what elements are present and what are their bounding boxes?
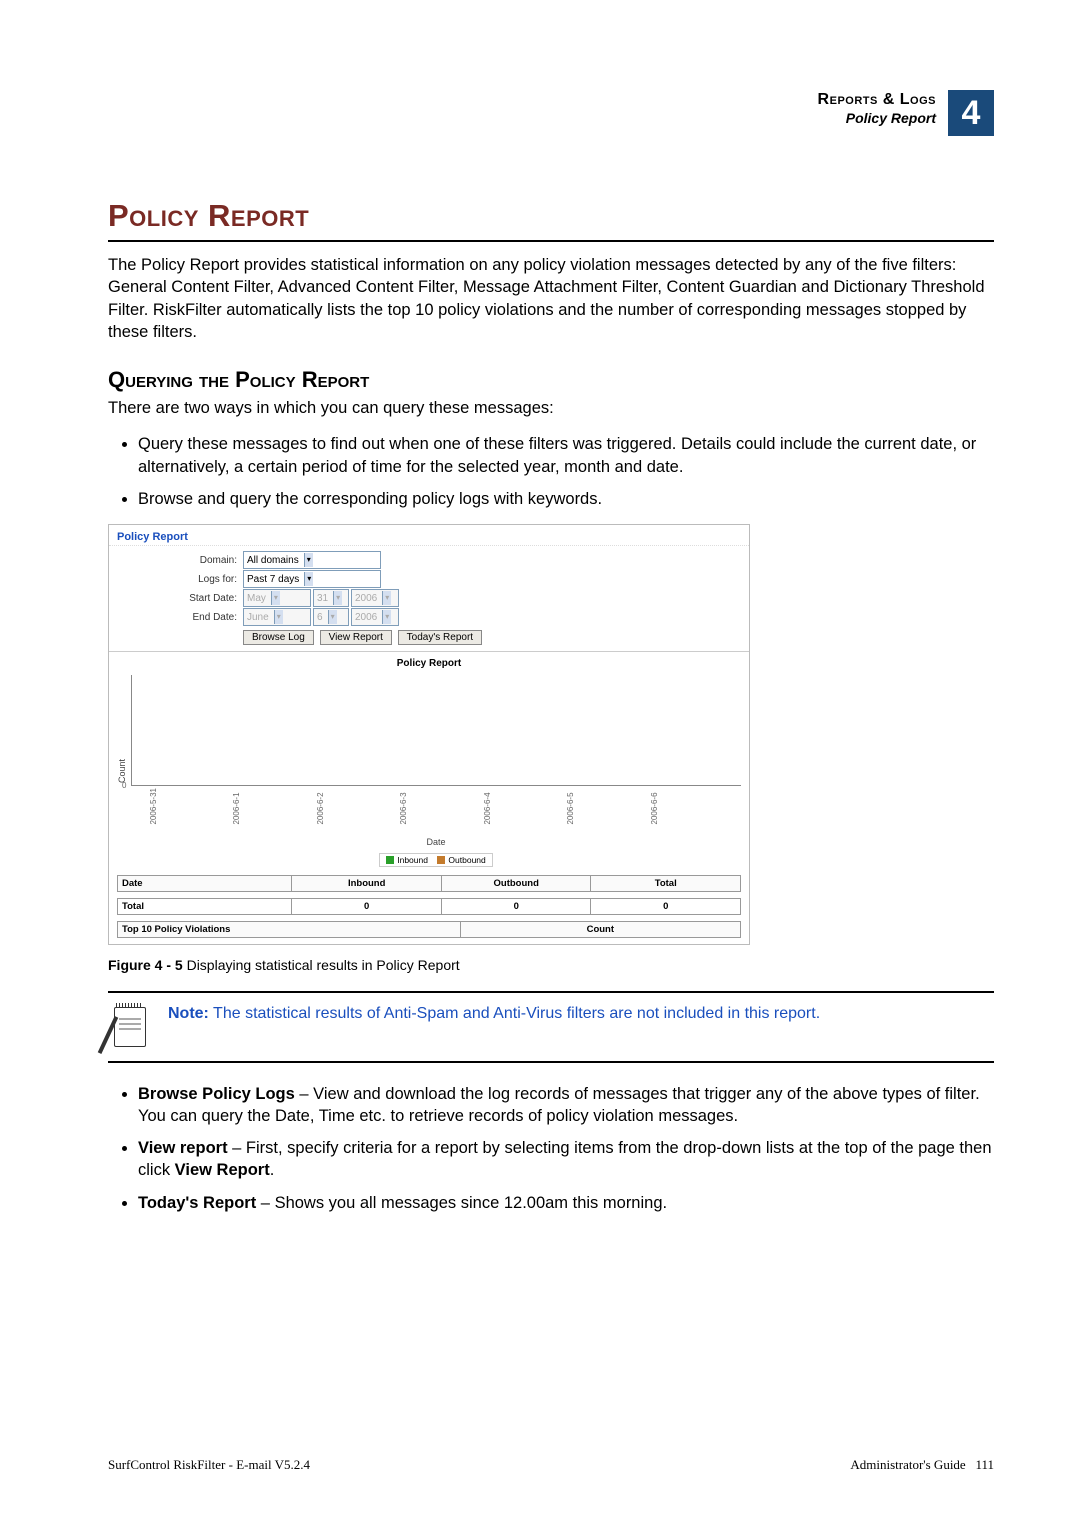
legend-label-inbound: Inbound bbox=[397, 855, 428, 865]
chart-plot: 0 bbox=[131, 675, 741, 786]
browse-log-button[interactable]: Browse Log bbox=[243, 630, 314, 645]
figure-caption-text: Displaying statistical results in Policy… bbox=[183, 957, 460, 973]
col-outbound: Outbound bbox=[441, 875, 591, 891]
totals-table: Total 0 0 0 bbox=[117, 898, 741, 915]
footer-product: SurfControl RiskFilter - E-mail V5.2.4 bbox=[108, 1457, 310, 1473]
list-item: View report – First, specify criteria fo… bbox=[138, 1137, 994, 1182]
logsfor-select[interactable]: Past 7 days ▾ bbox=[243, 570, 381, 588]
action-desc: – Shows you all messages since 12.00am t… bbox=[256, 1194, 667, 1212]
query-ways-list: Query these messages to find out when on… bbox=[108, 433, 994, 510]
x-tick: 2006-5-31 bbox=[149, 788, 232, 824]
total-row-label: Total bbox=[118, 898, 292, 914]
x-tick: 2006-6-2 bbox=[316, 788, 399, 824]
panel-title: Policy Report bbox=[109, 525, 749, 546]
y-tick: 0 bbox=[122, 781, 126, 790]
todays-report-button[interactable]: Today's Report bbox=[398, 630, 482, 645]
x-tick: 2006-6-1 bbox=[232, 788, 315, 824]
figure-caption: Figure 4 - 5 Displaying statistical resu… bbox=[108, 957, 994, 973]
page-footer: SurfControl RiskFilter - E-mail V5.2.4 A… bbox=[108, 1457, 994, 1473]
figure-caption-number: Figure 4 - 5 bbox=[108, 957, 183, 973]
list-item: Today's Report – Shows you all messages … bbox=[138, 1192, 994, 1214]
start-month-select[interactable]: May▾ bbox=[243, 589, 311, 607]
query-intro: There are two ways in which you can quer… bbox=[108, 397, 994, 419]
chart-title: Policy Report bbox=[117, 658, 741, 669]
view-report-button[interactable]: View Report bbox=[320, 630, 392, 645]
legend-swatch-inbound bbox=[386, 856, 394, 864]
page-title: Policy Report bbox=[108, 198, 994, 234]
col-inbound: Inbound bbox=[292, 875, 442, 891]
start-day-select[interactable]: 31▾ bbox=[313, 589, 349, 607]
action-name: Browse Policy Logs bbox=[138, 1085, 295, 1103]
legend-label-outbound: Outbound bbox=[448, 855, 485, 865]
domain-select[interactable]: All domains ▾ bbox=[243, 551, 381, 569]
x-tick: 2006-6-4 bbox=[483, 788, 566, 824]
chevron-down-icon: ▾ bbox=[382, 610, 391, 624]
chapter-number-badge: 4 bbox=[948, 90, 994, 136]
list-item: Query these messages to find out when on… bbox=[138, 433, 994, 478]
total-outbound: 0 bbox=[441, 898, 591, 914]
col-top10: Top 10 Policy Violations bbox=[118, 921, 461, 937]
header-subtitle: Policy Report bbox=[818, 110, 936, 128]
figure-policy-report-panel: Policy Report Domain: All domains ▾ Logs… bbox=[108, 524, 750, 944]
footer-page-number: 111 bbox=[975, 1457, 994, 1472]
running-header: Reports & Logs Policy Report 4 bbox=[818, 90, 994, 136]
chevron-down-icon: ▾ bbox=[271, 591, 280, 605]
col-count: Count bbox=[460, 921, 740, 937]
list-item: Browse Policy Logs – View and download t… bbox=[138, 1083, 994, 1128]
action-name: Today's Report bbox=[138, 1194, 256, 1212]
action-name: View report bbox=[138, 1139, 228, 1157]
intro-paragraph: The Policy Report provides statistical i… bbox=[108, 254, 994, 343]
x-tick: 2006-6-6 bbox=[650, 788, 733, 824]
results-table: Date Inbound Outbound Total bbox=[117, 875, 741, 892]
list-item: Browse and query the corresponding polic… bbox=[138, 488, 994, 510]
note-box: Note: The statistical results of Anti-Sp… bbox=[108, 991, 994, 1063]
total-inbound: 0 bbox=[292, 898, 442, 914]
end-day-select[interactable]: 6▾ bbox=[313, 608, 349, 626]
section-heading: Querying the Policy Report bbox=[108, 367, 994, 393]
title-rule bbox=[108, 240, 994, 242]
chevron-down-icon: ▾ bbox=[304, 572, 313, 586]
start-year-select[interactable]: 2006▾ bbox=[351, 589, 399, 607]
logsfor-label: Logs for: bbox=[117, 574, 243, 585]
y-axis-label: Count bbox=[117, 716, 127, 826]
chart-area: Policy Report Count 0 2006-5-31 2006-6-1… bbox=[109, 652, 749, 943]
legend-swatch-outbound bbox=[437, 856, 445, 864]
col-date: Date bbox=[118, 875, 292, 891]
chevron-down-icon: ▾ bbox=[382, 591, 391, 605]
col-total: Total bbox=[591, 875, 741, 891]
chevron-down-icon: ▾ bbox=[333, 591, 342, 605]
header-chapter: Reports & Logs bbox=[818, 90, 936, 110]
note-icon bbox=[108, 1003, 150, 1051]
x-tick: 2006-6-5 bbox=[566, 788, 649, 824]
actions-list: Browse Policy Logs – View and download t… bbox=[108, 1083, 994, 1214]
chart-legend: Inbound Outbound bbox=[131, 853, 741, 867]
x-tick: 2006-6-3 bbox=[399, 788, 482, 824]
domain-select-value: All domains bbox=[247, 555, 299, 566]
logsfor-select-value: Past 7 days bbox=[247, 574, 299, 585]
note-label: Note: bbox=[168, 1005, 209, 1022]
report-form: Domain: All domains ▾ Logs for: Past 7 d… bbox=[109, 546, 749, 652]
end-year-select[interactable]: 2006▾ bbox=[351, 608, 399, 626]
chevron-down-icon: ▾ bbox=[274, 610, 283, 624]
end-date-label: End Date: bbox=[117, 612, 243, 623]
x-ticks: 2006-5-31 2006-6-1 2006-6-2 2006-6-3 200… bbox=[135, 786, 741, 824]
domain-label: Domain: bbox=[117, 555, 243, 566]
note-text: The statistical results of Anti-Spam and… bbox=[209, 1005, 820, 1022]
chevron-down-icon: ▾ bbox=[328, 610, 337, 624]
end-month-select[interactable]: June▾ bbox=[243, 608, 311, 626]
total-total: 0 bbox=[591, 898, 741, 914]
start-date-label: Start Date: bbox=[117, 593, 243, 604]
x-axis-label: Date bbox=[131, 837, 741, 847]
top10-table: Top 10 Policy Violations Count bbox=[117, 921, 741, 938]
footer-doc-title: Administrator's Guide bbox=[850, 1457, 965, 1472]
chevron-down-icon: ▾ bbox=[304, 553, 313, 567]
